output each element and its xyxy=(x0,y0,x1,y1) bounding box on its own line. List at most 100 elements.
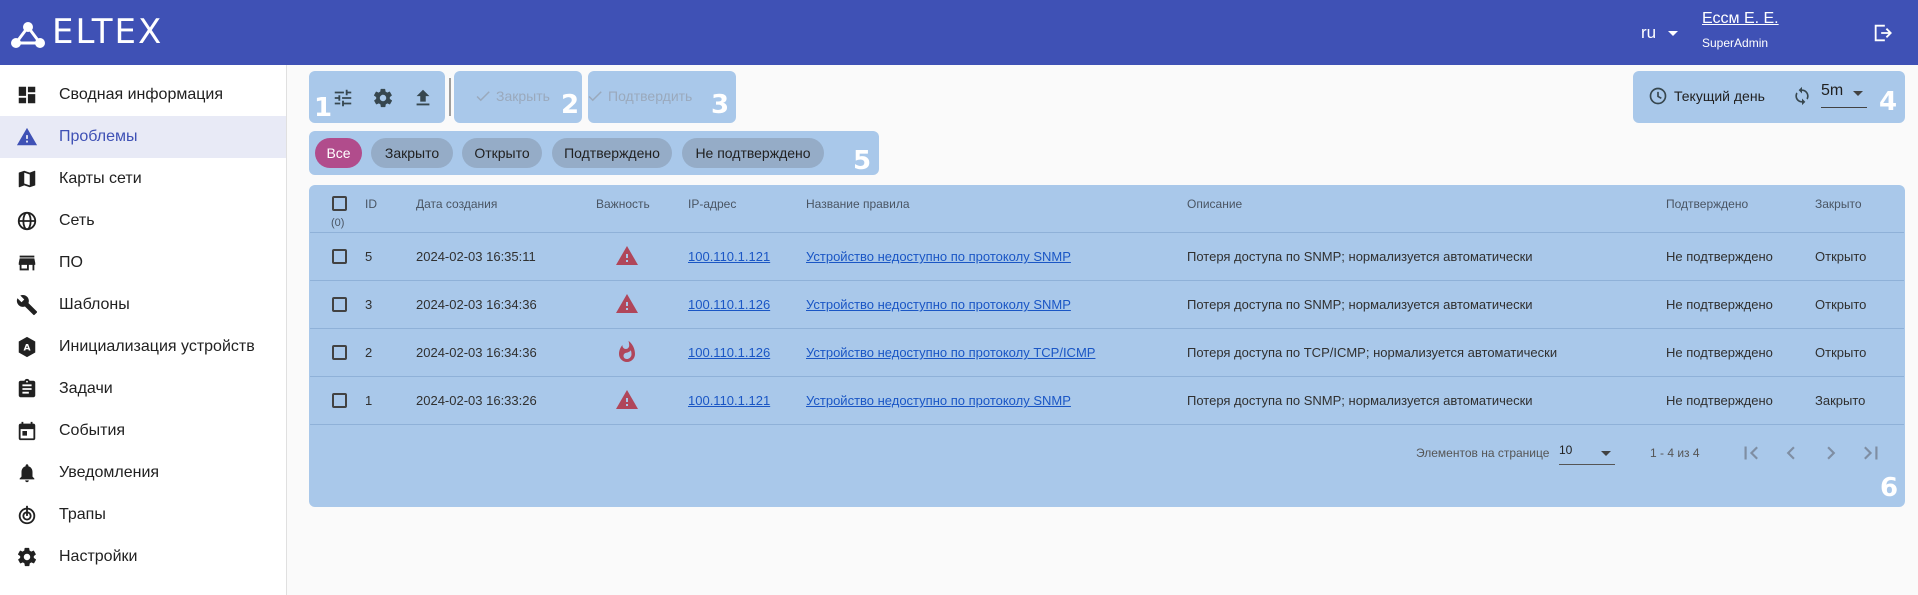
warning-icon xyxy=(616,246,638,265)
column-header-severity[interactable]: Важность xyxy=(596,197,650,211)
first-page-icon[interactable] xyxy=(1738,440,1764,466)
chevron-down-icon xyxy=(1668,30,1679,36)
clock-icon xyxy=(1649,87,1667,105)
sidebar-item-traps[interactable]: Трапы xyxy=(0,494,286,536)
calendar-icon xyxy=(18,421,36,441)
close-problem-button[interactable]: Закрыть xyxy=(474,87,550,105)
column-header-rule[interactable]: Название правила xyxy=(806,197,910,211)
refresh-icon[interactable] xyxy=(1792,86,1812,106)
cell-id: 3 xyxy=(365,297,373,312)
annotation-3: 3 xyxy=(711,90,730,120)
filter-chip-confirmed[interactable]: Подтверждено xyxy=(552,138,672,168)
chevron-down-icon xyxy=(1601,451,1611,456)
globe-icon xyxy=(17,211,37,231)
auto-icon: A xyxy=(18,336,36,358)
row-divider xyxy=(310,232,1904,233)
prev-page-icon[interactable] xyxy=(1778,440,1804,466)
tune-icon xyxy=(334,89,352,107)
cell-closed: Открыто xyxy=(1815,249,1867,264)
cell-ip-link[interactable]: 100.110.1.121 xyxy=(688,393,770,408)
column-header-description[interactable]: Описание xyxy=(1187,197,1242,211)
cell-rule-link[interactable]: Устройство недоступно по протоколу SNMP xyxy=(806,297,1071,312)
sidebar-item-label: ПО xyxy=(59,254,83,271)
trap-icon xyxy=(18,505,36,525)
sidebar-item-device-init[interactable]: A Инициализация устройств xyxy=(0,326,286,368)
user-info: Ессм Е. Е. SuperAdmin xyxy=(1702,10,1779,50)
cell-confirmed: Не подтверждено xyxy=(1666,393,1773,408)
clipboard-icon xyxy=(18,378,36,398)
close-label: Закрыть xyxy=(496,88,550,104)
cell-description: Потеря доступа по SNMP; нормализуется ав… xyxy=(1187,249,1533,264)
row-checkbox[interactable] xyxy=(332,345,347,360)
top-app-bar: ELTEX ru Ессм Е. Е. SuperAdmin xyxy=(0,0,1918,65)
cell-confirmed: Не подтверждено xyxy=(1666,297,1773,312)
pager-range: 1 - 4 из 4 xyxy=(1650,446,1700,460)
sidebar-item-settings[interactable]: Настройки xyxy=(0,536,286,578)
next-page-icon[interactable] xyxy=(1818,440,1844,466)
check-icon xyxy=(476,91,490,102)
export-button[interactable] xyxy=(409,84,437,112)
column-settings-button[interactable] xyxy=(329,84,357,112)
select-all-checkbox[interactable] xyxy=(332,196,347,211)
cell-ip-link[interactable]: 100.110.1.126 xyxy=(688,297,770,312)
annotation-5: 5 xyxy=(853,146,872,176)
logout-icon[interactable] xyxy=(1872,22,1894,44)
cell-rule-link[interactable]: Устройство недоступно по протоколу SNMP xyxy=(806,249,1071,264)
settings-button[interactable] xyxy=(369,84,397,112)
period-button[interactable]: Текущий день xyxy=(1648,86,1765,106)
row-divider xyxy=(310,280,1904,281)
page-size-select[interactable]: 10 xyxy=(1559,443,1615,465)
last-page-icon[interactable] xyxy=(1858,440,1884,466)
column-header-confirmed[interactable]: Подтверждено xyxy=(1666,197,1748,211)
column-header-ip[interactable]: IP-адрес xyxy=(688,197,736,211)
dashboard-icon xyxy=(18,86,36,104)
column-header-closed[interactable]: Закрыто xyxy=(1815,197,1862,211)
cell-date: 2024-02-03 16:34:36 xyxy=(416,345,537,360)
chevron-down-icon xyxy=(1853,91,1863,96)
sidebar-item-network[interactable]: Сеть xyxy=(0,200,286,242)
annotation-4: 4 xyxy=(1879,87,1898,117)
store-icon xyxy=(18,255,36,271)
cell-ip-link[interactable]: 100.110.1.121 xyxy=(688,249,770,264)
logo-text: ELTEX xyxy=(52,12,164,52)
sidebar-item-problems[interactable]: Проблемы xyxy=(0,116,286,158)
filter-chip-closed[interactable]: Закрыто xyxy=(371,138,453,168)
row-divider xyxy=(310,376,1904,377)
sidebar-item-summary[interactable]: Сводная информация xyxy=(0,74,286,116)
cell-closed: Открыто xyxy=(1815,345,1867,360)
refresh-interval-select[interactable]: 5m xyxy=(1821,82,1867,108)
filter-chip-all[interactable]: Все xyxy=(315,138,362,168)
confirm-label: Подтвердить xyxy=(608,88,693,104)
sidebar-item-tasks[interactable]: Задачи xyxy=(0,368,286,410)
cell-rule-link[interactable]: Устройство недоступно по протоколу TCP/I… xyxy=(806,345,1095,360)
row-divider xyxy=(310,328,1904,329)
sidebar-item-templates[interactable]: Шаблоны xyxy=(0,284,286,326)
filter-chip-unconfirmed[interactable]: Не подтверждено xyxy=(682,138,824,168)
upload-icon xyxy=(416,89,430,106)
warning-icon xyxy=(16,127,38,146)
confirm-problem-button[interactable]: Подтвердить xyxy=(586,87,692,105)
language-select[interactable]: ru xyxy=(1641,23,1679,43)
sidebar-item-label: Инициализация устройств xyxy=(59,338,255,355)
sidebar-item-label: Карты сети xyxy=(59,170,142,187)
row-checkbox[interactable] xyxy=(332,249,347,264)
sidebar-item-label: Шаблоны xyxy=(59,296,130,313)
warning-icon xyxy=(616,294,638,313)
row-checkbox[interactable] xyxy=(332,297,347,312)
sidebar-item-label: Трапы xyxy=(59,506,106,523)
column-header-id[interactable]: ID xyxy=(365,197,377,211)
map-icon xyxy=(18,170,36,188)
sidebar-item-events[interactable]: События xyxy=(0,410,286,452)
cell-rule-link[interactable]: Устройство недоступно по протоколу SNMP xyxy=(806,393,1071,408)
column-header-created[interactable]: Дата создания xyxy=(416,197,497,211)
sidebar-item-notifications[interactable]: Уведомления xyxy=(0,452,286,494)
row-checkbox[interactable] xyxy=(332,393,347,408)
user-name-link[interactable]: Ессм Е. Е. xyxy=(1702,10,1779,28)
filter-chip-open[interactable]: Открыто xyxy=(462,138,542,168)
sidebar-item-network-maps[interactable]: Карты сети xyxy=(0,158,286,200)
eltex-logo[interactable]: ELTEX xyxy=(10,12,164,52)
sidebar-item-software[interactable]: ПО xyxy=(0,242,286,284)
cell-id: 5 xyxy=(365,249,373,264)
cell-ip-link[interactable]: 100.110.1.126 xyxy=(688,345,770,360)
toolbar-divider xyxy=(449,78,451,116)
